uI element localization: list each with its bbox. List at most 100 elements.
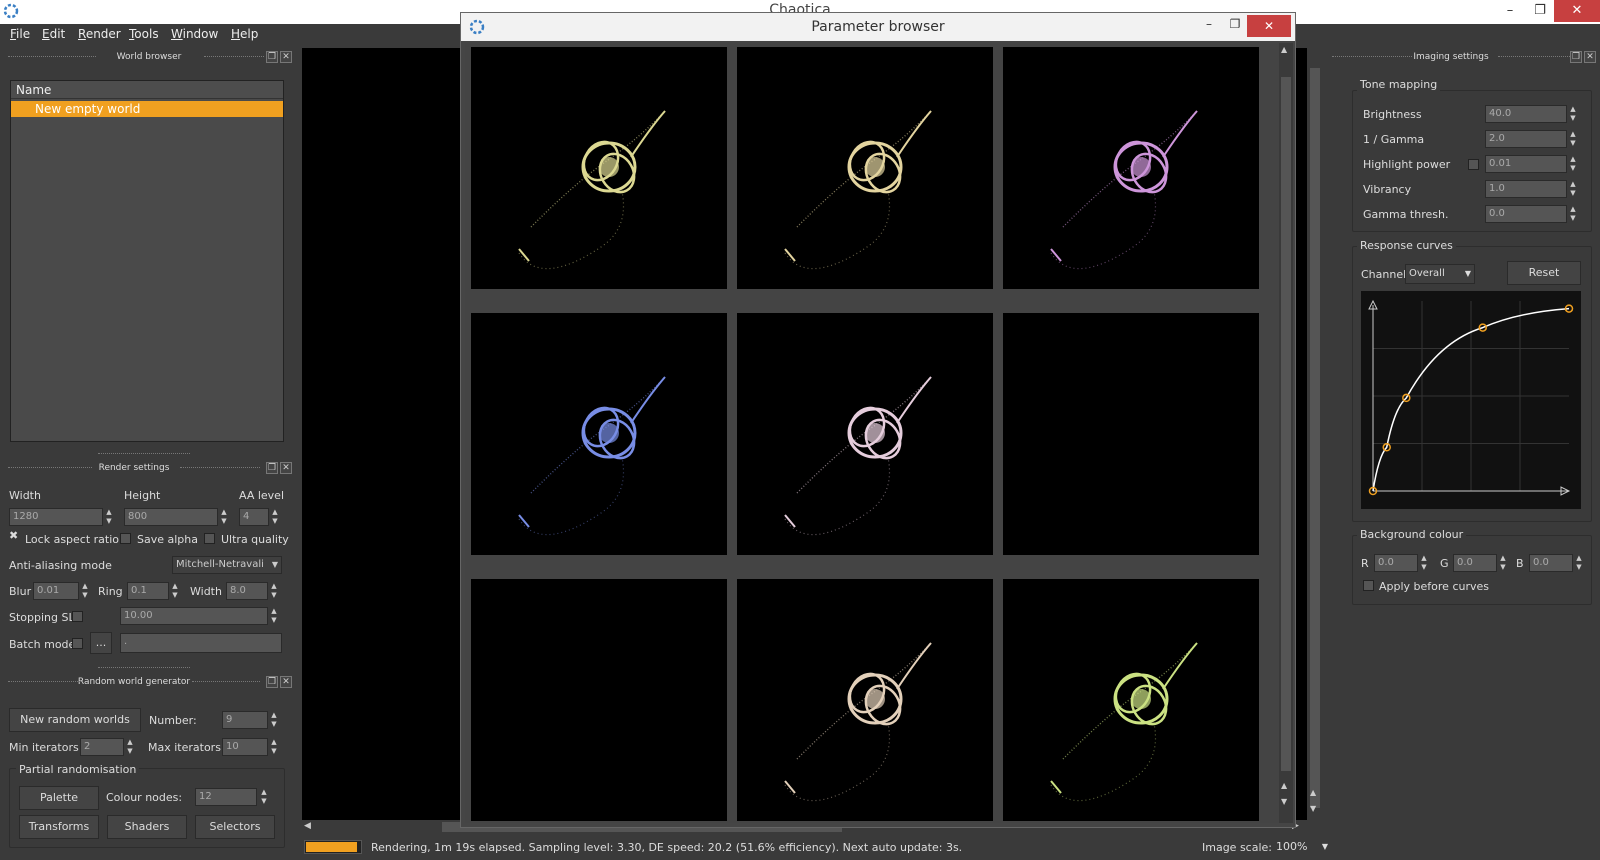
width-input[interactable]: 1280 — [9, 508, 103, 526]
palette-button[interactable]: Palette — [19, 786, 99, 810]
ring-spinner-icon[interactable]: ▲ ▼ — [169, 582, 181, 600]
undock-icon[interactable]: ❐ — [266, 462, 278, 474]
close-panel-icon[interactable]: ✕ — [280, 51, 292, 63]
highlight-power-input[interactable]: 0.01 — [1485, 155, 1567, 173]
batch-browse-button[interactable]: ... — [90, 632, 112, 654]
highlight-power-spinner-icon[interactable]: ▲ ▼ — [1567, 155, 1579, 173]
flame-thumbnail[interactable] — [471, 313, 727, 555]
ring-width-spinner-icon[interactable]: ▲ ▼ — [268, 582, 280, 600]
flame-thumbnail[interactable] — [737, 579, 993, 821]
r-input[interactable]: 0.0 — [1374, 554, 1418, 572]
highlight-power-checkbox[interactable] — [1468, 159, 1479, 170]
max-iterators-input[interactable]: 10 — [222, 738, 268, 756]
image-scale-select[interactable]: 100% ▼ — [1273, 837, 1331, 857]
blur-input[interactable]: 0.01 — [33, 582, 79, 600]
scroll-up-icon[interactable]: ▲ — [1281, 781, 1287, 790]
min-spinner-icon[interactable]: ▲ ▼ — [124, 738, 136, 756]
apply-before-curves-checkbox[interactable] — [1363, 580, 1374, 591]
shaders-button[interactable]: Shaders — [107, 815, 187, 839]
brightness-input[interactable]: 40.0 — [1485, 105, 1567, 123]
scroll-thumb[interactable] — [1281, 77, 1291, 771]
gamma-spinner-icon[interactable]: ▲ ▼ — [1567, 130, 1579, 148]
close-panel-icon[interactable]: ✕ — [280, 676, 292, 688]
stopping-sl-checkbox[interactable] — [72, 611, 83, 622]
menu-file[interactable]: File — [10, 27, 30, 41]
flame-thumbnail[interactable] — [1003, 313, 1259, 555]
flame-thumbnail[interactable] — [737, 313, 993, 555]
b-spinner-icon[interactable]: ▲ ▼ — [1573, 554, 1585, 572]
menu-tools[interactable]: Tools — [129, 27, 159, 41]
undock-icon[interactable]: ❐ — [266, 676, 278, 688]
scroll-up-icon[interactable]: ▲ — [1310, 788, 1316, 797]
scroll-up-icon[interactable]: ▲ — [1281, 45, 1287, 54]
render-progress-bar — [304, 840, 362, 854]
blur-spinner-icon[interactable]: ▲ ▼ — [79, 582, 91, 600]
number-input[interactable]: 9 — [222, 711, 268, 729]
height-spinner-icon[interactable]: ▲ ▼ — [218, 508, 230, 526]
close-button[interactable]: ✕ — [1554, 0, 1600, 22]
transforms-button[interactable]: Transforms — [19, 815, 99, 839]
flame-thumbnail[interactable] — [1003, 579, 1259, 821]
undock-icon[interactable]: ❐ — [266, 51, 278, 63]
partial-randomisation-title: Partial randomisation — [16, 763, 140, 776]
vibrancy-input[interactable]: 1.0 — [1485, 180, 1567, 198]
ultra-quality-checkbox[interactable] — [204, 533, 215, 544]
lock-aspect-checkbox[interactable]: ✖ — [9, 530, 20, 541]
parameter-browser-scrollbar[interactable]: ▲ ▲ ▼ — [1279, 43, 1293, 823]
close-panel-icon[interactable]: ✕ — [1584, 51, 1596, 63]
menu-window[interactable]: Window — [171, 27, 218, 41]
brightness-spinner-icon[interactable]: ▲ ▼ — [1567, 105, 1579, 123]
render-scrollbar-vertical[interactable]: ▲ ▼ — [1308, 48, 1322, 820]
name-column-header[interactable]: Name — [11, 81, 283, 99]
flame-thumbnail[interactable] — [471, 579, 727, 821]
save-alpha-checkbox[interactable] — [120, 533, 131, 544]
r-label: R — [1361, 557, 1369, 570]
min-iterators-input[interactable]: 2 — [80, 738, 124, 756]
flame-thumbnail[interactable] — [1003, 47, 1259, 289]
g-spinner-icon[interactable]: ▲ ▼ — [1497, 554, 1509, 572]
reset-curves-button[interactable]: Reset — [1507, 261, 1581, 285]
max-spinner-icon[interactable]: ▲ ▼ — [268, 738, 280, 756]
stopping-spinner-icon[interactable]: ▲ ▼ — [268, 607, 280, 625]
minimize-button[interactable]: – — [1199, 17, 1219, 31]
channel-select[interactable]: Overall ▼ — [1405, 264, 1475, 284]
stopping-sl-input[interactable]: 10.00 — [120, 607, 268, 625]
g-input[interactable]: 0.0 — [1453, 554, 1497, 572]
colour-nodes-input[interactable]: 12 — [195, 788, 257, 806]
aa-spinner-icon[interactable]: ▲ ▼ — [269, 508, 281, 526]
batch-mode-checkbox[interactable] — [72, 638, 83, 649]
maximize-button[interactable]: ❐ — [1522, 0, 1558, 22]
response-curve-editor[interactable] — [1361, 291, 1581, 509]
flame-thumbnail[interactable] — [471, 47, 727, 289]
gamma-thresh-input[interactable]: 0.0 — [1485, 205, 1567, 223]
scroll-thumb[interactable] — [1310, 68, 1320, 808]
r-spinner-icon[interactable]: ▲ ▼ — [1418, 554, 1430, 572]
ring-width-input[interactable]: 8.0 — [226, 582, 268, 600]
colour-nodes-spinner-icon[interactable]: ▲ ▼ — [258, 788, 270, 806]
scroll-down-icon[interactable]: ▼ — [1310, 804, 1316, 813]
number-spinner-icon[interactable]: ▲ ▼ — [268, 711, 280, 729]
vibrancy-spinner-icon[interactable]: ▲ ▼ — [1567, 180, 1579, 198]
menu-edit[interactable]: Edit — [42, 27, 65, 41]
width-spinner-icon[interactable]: ▲ ▼ — [103, 508, 115, 526]
aa-level-input[interactable]: 4 — [239, 508, 269, 526]
new-random-worlds-button[interactable]: New random worlds — [9, 708, 141, 732]
world-item[interactable]: New empty world — [11, 101, 283, 117]
b-input[interactable]: 0.0 — [1529, 554, 1573, 572]
gamma-thresh-spinner-icon[interactable]: ▲ ▼ — [1567, 205, 1579, 223]
undock-icon[interactable]: ❐ — [1570, 51, 1582, 63]
batch-path-input[interactable]: . — [120, 633, 282, 653]
height-input[interactable]: 800 — [124, 508, 218, 526]
scroll-left-icon[interactable]: ◀ — [304, 821, 311, 831]
scroll-down-icon[interactable]: ▼ — [1281, 797, 1287, 806]
close-panel-icon[interactable]: ✕ — [280, 462, 292, 474]
flame-thumbnail[interactable] — [737, 47, 993, 289]
ring-input[interactable]: 0.1 — [127, 582, 169, 600]
menu-render[interactable]: Render — [78, 27, 121, 41]
aa-mode-select[interactable]: Mitchell-Netravali ▼ — [172, 556, 282, 574]
maximize-button[interactable]: ❐ — [1225, 17, 1245, 31]
menu-help[interactable]: Help — [231, 27, 258, 41]
selectors-button[interactable]: Selectors — [195, 815, 275, 839]
gamma-input[interactable]: 2.0 — [1485, 130, 1567, 148]
close-button[interactable]: ✕ — [1247, 15, 1291, 37]
